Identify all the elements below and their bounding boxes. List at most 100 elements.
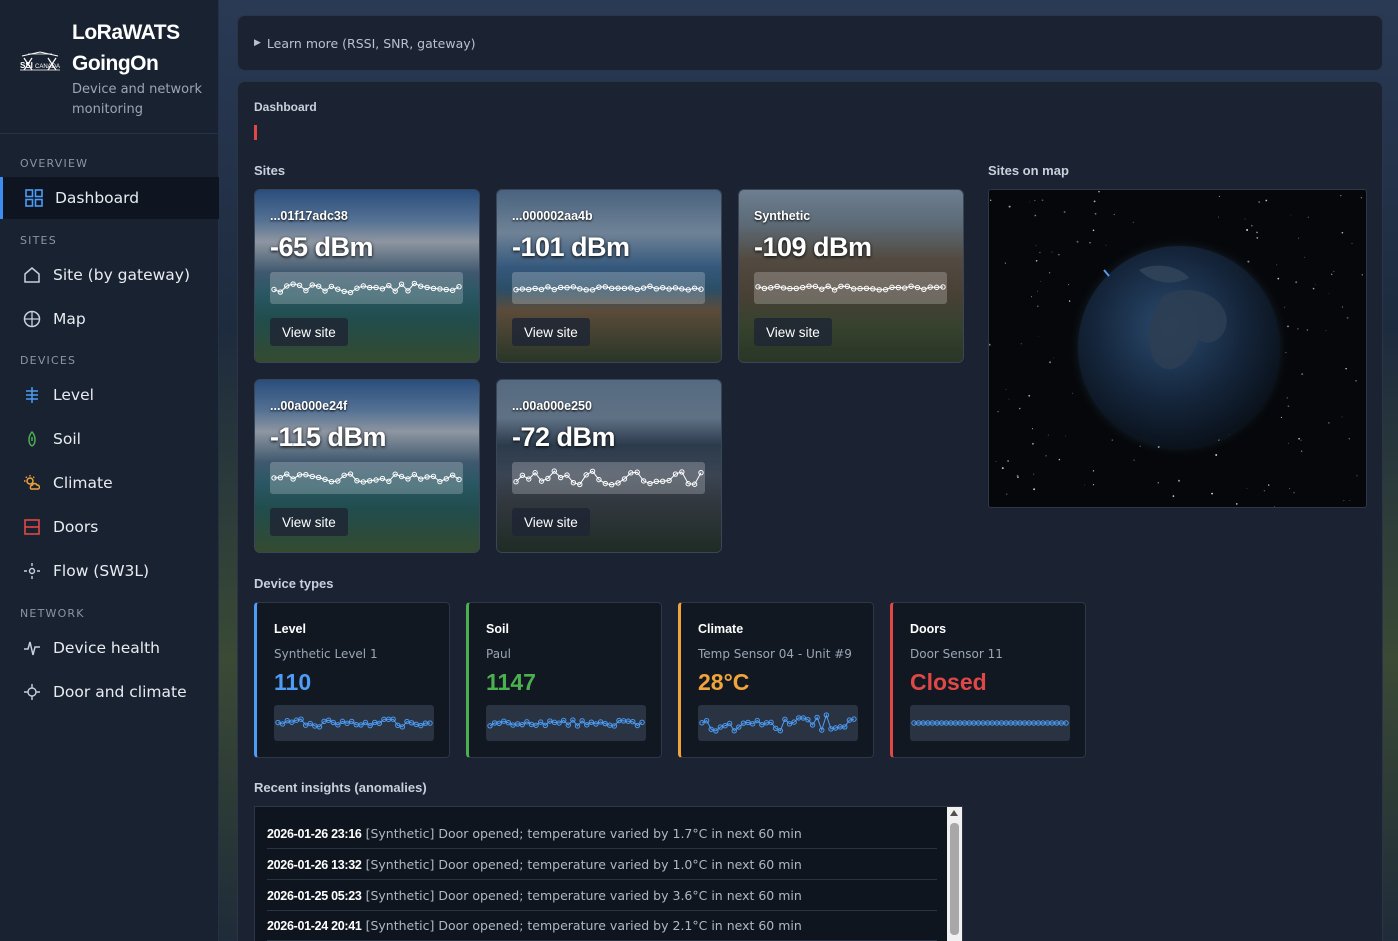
site-sparkline [512,272,705,304]
globe-graphic [989,191,1364,507]
sidebar-item-label: Doors [53,518,99,536]
device-value: Closed [910,669,987,695]
section-overview: OVERVIEW [20,157,89,170]
site-id: Synthetic [754,209,811,223]
site-id: ...00a000e250 [512,399,592,413]
site-sparkline [754,272,947,304]
sparkline-point [271,286,277,293]
svg-text:SSI: SSI [20,61,33,70]
app-title-line1: LoRaWATS [72,21,180,44]
sidebar: SSI CANADA LoRaWATS GoingOn Device and n… [0,0,219,941]
sidebar-item-flow[interactable]: Flow (SW3L) [0,550,219,592]
insight-text: [Synthetic] Door opened; temperature var… [365,826,802,841]
brand: SSI CANADA LoRaWATS GoingOn Device and n… [0,0,219,134]
view-site-button[interactable]: View site [270,508,348,536]
site-card[interactable]: ...01f17adc38 -65 dBm View site [254,189,480,363]
site-card[interactable]: Synthetic -109 dBm View site [738,189,964,363]
site-rssi: -109 dBm [754,232,872,262]
scrollbar-thumb[interactable] [950,823,959,935]
device-type-card-doors[interactable]: Doors Door Sensor 11 Closed [890,602,1086,758]
sidebar-item-label: Soil [53,430,81,448]
dashboard-panel: Dashboard Sites Sites on map ...01f17adc… [237,81,1383,941]
insights-heading: Recent insights (anomalies) [254,780,427,795]
device-type-title: Doors [910,622,947,636]
insight-text: [Synthetic] Door opened; temperature var… [365,918,802,933]
pulse-icon [22,638,42,658]
sidebar-item-label: Site (by gateway) [53,266,191,284]
sidebar-item-dashboard[interactable]: Dashboard [0,177,219,219]
insights-scrollbar[interactable] [947,807,962,941]
insight-time: 2026-01-26 13:32 [267,857,362,872]
device-sparkline [486,705,646,741]
sidebar-item-level[interactable]: Level [0,374,219,416]
device-value: 28°C [698,669,750,695]
view-site-button[interactable]: View site [512,318,590,346]
site-id: ...00a000e24f [270,399,348,413]
site-sparkline [270,272,463,304]
site-id: ...000002aa4b [512,209,593,223]
section-sites: SITES [20,234,57,247]
site-card[interactable]: ...00a000e24f -115 dBm View site [254,379,480,553]
learn-more-panel[interactable]: ▶ Learn more (RSSI, SNR, gateway) [237,15,1383,71]
app-title-line2: GoingOn [72,52,159,75]
insight-row: 2026-01-26 13:32 [Synthetic] Door opened… [267,850,937,880]
sites-globe-map[interactable] [988,189,1367,508]
sidebar-item-site-by-gateway[interactable]: Site (by gateway) [0,254,219,296]
home-icon [22,265,42,285]
level-icon [22,385,42,405]
device-type-card-climate[interactable]: Climate Temp Sensor 04 - Unit #9 28°C [678,602,874,758]
sidebar-item-doors[interactable]: Doors [0,506,219,548]
device-type-card-soil[interactable]: Soil Paul 1147 [466,602,662,758]
view-site-button[interactable]: View site [512,508,590,536]
sidebar-item-label: Flow (SW3L) [53,562,150,580]
crosshair-icon [22,682,42,702]
device-types-heading: Device types [254,576,334,591]
sidebar-item-label: Map [53,310,86,328]
sites-heading: Sites [254,163,286,178]
site-card[interactable]: ...000002aa4b -101 dBm View site [496,189,722,363]
sidebar-item-soil[interactable]: Soil [0,418,219,460]
device-value: 110 [274,669,312,695]
insights-list[interactable]: 2026-01-26 23:16 [Synthetic] Door opened… [254,806,963,941]
grid-icon [24,188,44,208]
sidebar-item-door-and-climate[interactable]: Door and climate [0,671,219,713]
section-network: NETWORK [20,607,85,620]
app-subtitle: Device and network monitoring [72,82,202,117]
device-name: Paul [486,647,511,661]
insight-text: [Synthetic] Door opened; temperature var… [365,888,802,903]
view-site-button[interactable]: View site [754,318,832,346]
sparkline-point [487,723,493,729]
status-indicator [254,125,257,140]
sidebar-item-label: Door and climate [53,683,187,701]
device-type-title: Climate [698,622,744,636]
device-name: Synthetic Level 1 [274,647,378,661]
dashboard-heading: Dashboard [254,100,317,114]
site-rssi: -65 dBm [270,232,374,262]
insight-text: [Synthetic] Door opened; temperature var… [365,857,802,872]
sidebar-item-climate[interactable]: Climate [0,462,219,504]
scroll-up-arrow-icon[interactable] [950,810,958,816]
section-devices: DEVICES [20,354,77,367]
app-title: LoRaWATS GoingOn [72,17,180,79]
door-icon [22,517,42,537]
insight-time: 2026-01-26 23:16 [267,826,362,841]
ssi-canada-logo: SSI CANADA [20,51,60,71]
learn-more-summary: Learn more (RSSI, SNR, gateway) [266,35,476,51]
device-value: 1147 [486,669,536,695]
view-site-button[interactable]: View site [270,318,348,346]
disclosure-triangle-icon: ▶ [254,38,261,48]
insight-row: 2026-01-26 23:16 [Synthetic] Door opened… [267,819,937,849]
site-card[interactable]: ...00a000e250 -72 dBm View site [496,379,722,553]
site-rssi: -101 dBm [512,232,630,262]
sparkline-point [456,476,462,483]
sidebar-item-label: Level [53,386,94,404]
insight-row: 2026-01-25 05:23 [Synthetic] Door opened… [267,881,937,911]
sidebar-item-device-health[interactable]: Device health [0,627,219,669]
sidebar-item-map[interactable]: Map [0,298,219,340]
device-sparkline [698,705,858,741]
site-rssi: -72 dBm [512,422,616,452]
sun-cloud-icon [22,473,42,493]
insight-row: 2026-01-24 20:41 [Synthetic] Door opened… [267,911,937,941]
sidebar-item-label: Climate [53,474,113,492]
device-type-card-level[interactable]: Level Synthetic Level 1 110 [254,602,450,758]
